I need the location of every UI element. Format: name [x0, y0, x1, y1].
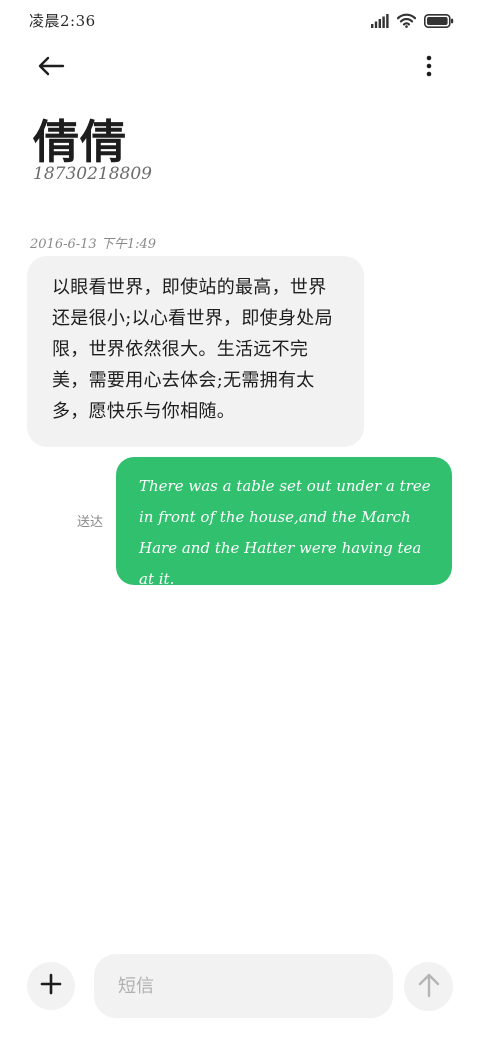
add-attachment-button[interactable]	[27, 962, 75, 1010]
status-bar: 凌晨2:36	[0, 0, 480, 44]
plus-icon	[40, 973, 62, 999]
status-icons	[371, 12, 454, 32]
message-timestamp: 2016-6-13 下午1:49	[30, 237, 157, 252]
outgoing-message-bubble[interactable]: There was a table set out under a tree i…	[116, 457, 452, 588]
contact-number[interactable]: 18730218809	[33, 164, 152, 184]
arrow-left-icon	[37, 56, 65, 80]
back-button[interactable]	[31, 48, 71, 88]
wifi-icon	[396, 13, 417, 32]
incoming-message-bubble[interactable]: 以眼看世界，即使站的最高，世界还是很小;以心看世界，即使身处局限，世界依然很大。…	[27, 256, 364, 447]
message-input[interactable]	[94, 954, 393, 1018]
signal-icon	[371, 13, 389, 32]
arrow-up-icon	[418, 972, 440, 1002]
battery-icon	[424, 13, 454, 32]
delivery-status: 送达	[77, 515, 104, 530]
outgoing-message-text: There was a table set out under a tree i…	[139, 477, 431, 588]
status-time: 凌晨2:36	[29, 12, 96, 30]
incoming-message-text: 以眼看世界，即使站的最高，世界还是很小;以心看世界，即使身处局限，世界依然很大。…	[52, 277, 333, 422]
more-vertical-icon	[426, 55, 432, 81]
more-options-button[interactable]	[409, 48, 449, 88]
contact-name: 倩倩	[33, 115, 127, 169]
send-button[interactable]	[404, 962, 453, 1011]
